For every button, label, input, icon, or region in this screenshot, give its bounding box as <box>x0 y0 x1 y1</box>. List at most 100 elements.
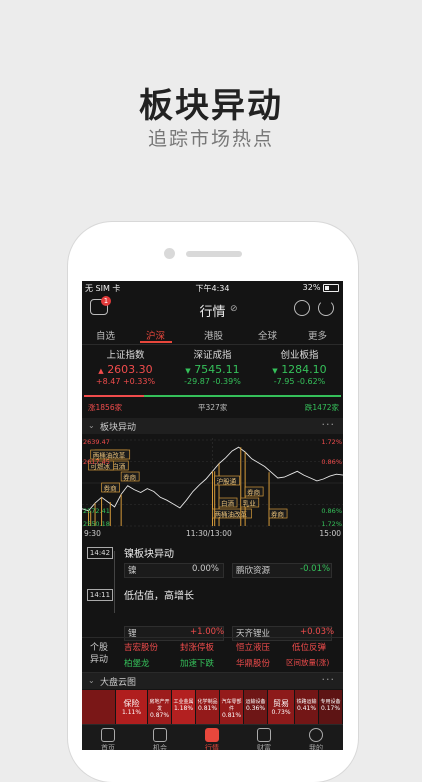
stock-pct: +0.03% <box>300 627 335 637</box>
annotation-label: 券商 <box>123 472 136 481</box>
mover-tag: 封涨停板 <box>180 643 215 653</box>
sector-intraday-chart[interactable]: 昨日涨停白酒券商券商两桶油改革可燃冰白酒两桶油改革沪股通券商乳业券商2639.4… <box>82 438 343 538</box>
nav-profile[interactable]: 我的 <box>290 725 342 750</box>
stock-pct: -0.01% <box>300 564 331 574</box>
battery-percent: 32% <box>302 283 321 292</box>
tile-sector-name: 贸易 <box>273 699 289 708</box>
mover-tag: 区间放量(涨) <box>286 658 330 667</box>
stock-movers-panel: 个股异动 吉宏股份 封涨停板 恒立液压 低位反弹 柏堡龙 加速下跌 华鼎股份 区… <box>82 637 343 673</box>
sector-pct: +1.00% <box>190 627 225 637</box>
search-icon[interactable] <box>294 300 310 316</box>
refresh-icon[interactable] <box>318 300 334 316</box>
heatmap-tile[interactable]: 专用设备 0.17% <box>319 690 342 724</box>
mover-stock[interactable]: 恒立液压 <box>236 641 270 653</box>
heatmap-tile[interactable]: 铁路运输 0.41% <box>295 690 318 724</box>
index-name: 深证成指 <box>193 350 232 361</box>
tile-sector-pct: 1.18% <box>173 705 194 712</box>
annotation-label: 白酒 <box>221 498 235 507</box>
y-tick-right: 1.72% <box>321 438 342 446</box>
annotation-label: 乳业 <box>243 498 257 507</box>
stock-movers-label: 个股异动 <box>90 643 109 665</box>
nav-opportunity[interactable]: 机会 <box>134 725 186 750</box>
y-tick-right: 1.72% <box>321 520 342 528</box>
heatmap-tile[interactable]: 保险 1.11% <box>116 690 147 724</box>
tab-watchlist[interactable]: 自选 <box>96 328 115 342</box>
alert-time: 14:11 <box>87 589 113 601</box>
annotation-label: 两桶油改革 <box>215 509 248 518</box>
index-change-pct: -0.62% <box>296 377 326 386</box>
y-tick-left: 2617.45 <box>83 458 110 466</box>
mover-tag: 低位反弹 <box>292 643 327 653</box>
nav-label: 机会 <box>153 744 167 750</box>
x-tick-close: 15:00 <box>319 529 341 538</box>
tab-more[interactable]: 更多 <box>308 328 327 342</box>
more-icon[interactable]: ··· <box>322 673 336 686</box>
camera-dot <box>164 248 175 259</box>
sector-name: 镍 <box>128 566 137 576</box>
alert-row[interactable]: 镍 0.00% 鹏欣资源 -0.01% <box>124 563 334 578</box>
index-change-pct: +0.33% <box>122 377 156 386</box>
tile-sector-pct: 0.36% <box>245 705 266 712</box>
section-title: 大盘云图 <box>100 678 137 688</box>
promo-subtitle: 追踪市场热点 <box>147 128 274 150</box>
nav-wealth[interactable]: 财富 <box>238 725 290 750</box>
alert-title[interactable]: 低估值，高增长 <box>124 587 194 602</box>
down-arrow-icon: ▼ <box>272 367 278 375</box>
mover-stock[interactable]: 吉宏股份 <box>124 641 158 653</box>
alert-title[interactable]: 镍板块异动 <box>124 545 174 560</box>
bottom-nav: 首页 机会 行情 财富 我的 <box>82 724 343 750</box>
chevron-down-icon: ⌄ <box>88 421 95 430</box>
promo-title: 板块异动 <box>139 86 283 126</box>
tab-global[interactable]: 全球 <box>258 328 277 342</box>
index-card-shenzhen[interactable]: 深证成指 ▼ 7545.11 -29.87 -0.39% <box>169 347 256 386</box>
tile-sector-pct: 0.87% <box>149 712 170 719</box>
stock-name: 鹏欣资源 <box>236 566 271 576</box>
tab-shanghai-shenzhen[interactable]: 沪深 <box>146 328 165 342</box>
y-tick-right: 0.86% <box>321 458 342 466</box>
eye-toggle-icon[interactable]: ⊘ <box>230 304 238 314</box>
chevron-down-icon: ⌄ <box>88 676 95 685</box>
mover-stock[interactable]: 柏堡龙 <box>124 657 150 669</box>
breadth-bar <box>84 395 341 397</box>
decliners-count: 跌1472家 <box>304 403 339 412</box>
index-value: ▼ 1284.10 <box>256 363 343 376</box>
up-arrow-icon: ▲ <box>98 367 104 375</box>
heatmap-tile[interactable]: 贸易 0.73% <box>268 690 294 724</box>
heatmap-tile[interactable]: 运输设备 0.36% <box>244 690 267 724</box>
app-screen: 无 SIM 卡 下午4:34 32% 1 行情 ⊘ 自选 沪深 港股 全球 更多… <box>82 281 343 750</box>
heatmap-tile[interactable]: 房地产开发 0.87% <box>148 690 171 724</box>
tile-sector-pct: 0.17% <box>320 705 341 712</box>
more-icon[interactable]: ··· <box>322 418 336 431</box>
annotation-label: 券商 <box>104 483 118 492</box>
annotation-label: 券商 <box>247 487 261 496</box>
index-change: -7.95 -0.62% <box>256 377 343 386</box>
tile-sector-name: 专用设备 <box>320 699 341 705</box>
heatmap-tile[interactable]: 工业金属 1.18% <box>172 690 195 724</box>
tab-hongkong[interactable]: 港股 <box>204 328 223 342</box>
nav-home[interactable]: 首页 <box>82 725 134 750</box>
top-bar: 1 行情 ⊘ <box>82 294 343 324</box>
index-value-text: 2603.30 <box>107 363 153 376</box>
alert-timeline: 14:42 镍板块异动 镍 0.00% 鹏欣资源 -0.01% 14:11 低估… <box>82 543 343 613</box>
index-name: 上证指数 <box>106 350 145 361</box>
index-card-shanghai[interactable]: 上证指数 ▲ 2603.30 +8.47 +0.33% <box>82 347 169 386</box>
cloud-section-header[interactable]: ⌄ 大盘云图 ··· <box>82 673 343 689</box>
heatmap-tile[interactable]: 汽车零部件 0.81% <box>220 690 243 724</box>
heatmap-tile[interactable]: 化学制品 0.81% <box>196 690 219 724</box>
x-tick-midday: 11:30/13:00 <box>186 529 232 538</box>
market-breadth: 涨1856家 平327家 跌1472家 <box>82 395 343 413</box>
speaker-grill <box>186 251 242 257</box>
y-tick-right: 0.86% <box>321 507 342 515</box>
battery-status: 32% <box>303 283 339 292</box>
heatmap-tile[interactable] <box>82 690 115 724</box>
battery-icon <box>323 283 339 292</box>
mover-stock[interactable]: 华鼎股份 <box>236 657 270 669</box>
tile-sector-name: 铁路运输 <box>296 699 317 705</box>
index-value-text: 7545.11 <box>194 363 240 376</box>
tile-sector-name: 保险 <box>123 699 140 708</box>
tile-sector-pct: 0.73% <box>271 709 291 716</box>
sector-section-header[interactable]: ⌄ 板块异动 ··· <box>82 418 343 434</box>
index-card-chinext[interactable]: 创业板指 ▼ 1284.10 -7.95 -0.62% <box>256 347 343 386</box>
mover-tag: 加速下跌 <box>180 659 215 669</box>
nav-market[interactable]: 行情 <box>186 725 238 750</box>
